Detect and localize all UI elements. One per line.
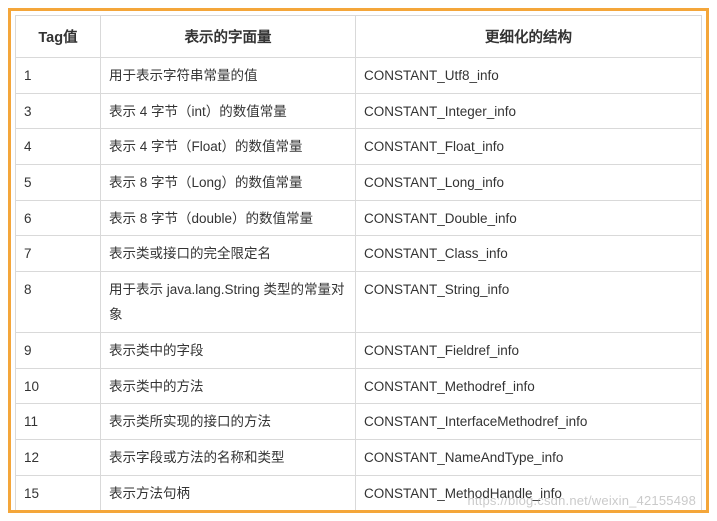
table-row: 9表示类中的字段CONSTANT_Fieldref_info [16,333,702,369]
cell-struct: CONSTANT_Long_info [356,164,702,200]
header-meaning: 表示的字面量 [101,16,356,58]
cell-struct: CONSTANT_Double_info [356,200,702,236]
table-container: Tag值 表示的字面量 更细化的结构 1用于表示字符串常量的值CONSTANT_… [8,8,709,513]
cell-struct: CONSTANT_Integer_info [356,93,702,129]
cell-tag: 4 [16,129,101,165]
header-struct: 更细化的结构 [356,16,702,58]
cell-tag: 12 [16,440,101,476]
cell-struct: CONSTANT_Class_info [356,236,702,272]
cell-struct: CONSTANT_MethodHandle_info [356,475,702,511]
cell-struct: CONSTANT_Methodref_info [356,368,702,404]
cell-tag: 8 [16,271,101,332]
table-row: 6表示 8 字节（double）的数值常量CONSTANT_Double_inf… [16,200,702,236]
table-row: 8用于表示 java.lang.String 类型的常量对象CONSTANT_S… [16,271,702,332]
table-row: 4表示 4 字节（Float）的数值常量CONSTANT_Float_info [16,129,702,165]
cell-struct: CONSTANT_Fieldref_info [356,333,702,369]
cell-meaning: 表示字段或方法的名称和类型 [101,440,356,476]
table-header-row: Tag值 表示的字面量 更细化的结构 [16,16,702,58]
cell-struct: CONSTANT_Utf8_info [356,58,702,94]
cell-meaning: 表示 8 字节（Long）的数值常量 [101,164,356,200]
cell-tag: 5 [16,164,101,200]
cell-meaning: 表示类中的字段 [101,333,356,369]
cell-struct: CONSTANT_MethodType_info [356,511,702,513]
cell-meaning: 表示 4 字节（Float）的数值常量 [101,129,356,165]
cell-meaning: 表示类所实现的接口的方法 [101,404,356,440]
table-row: 7表示类或接口的完全限定名CONSTANT_Class_info [16,236,702,272]
cell-meaning: 表示 8 字节（double）的数值常量 [101,200,356,236]
cell-meaning: 表示方法类型 [101,511,356,513]
cell-tag: 10 [16,368,101,404]
cell-tag: 16 [16,511,101,513]
cell-meaning: 表示 4 字节（int）的数值常量 [101,93,356,129]
table-row: 1用于表示字符串常量的值CONSTANT_Utf8_info [16,58,702,94]
table-row: 11表示类所实现的接口的方法CONSTANT_InterfaceMethodre… [16,404,702,440]
cell-struct: CONSTANT_Float_info [356,129,702,165]
table-row: 10表示类中的方法CONSTANT_Methodref_info [16,368,702,404]
header-tag: Tag值 [16,16,101,58]
cell-meaning: 用于表示 java.lang.String 类型的常量对象 [101,271,356,332]
cell-struct: CONSTANT_String_info [356,271,702,332]
cell-tag: 15 [16,475,101,511]
cell-struct: CONSTANT_NameAndType_info [356,440,702,476]
cell-meaning: 表示方法句柄 [101,475,356,511]
constant-pool-table: Tag值 表示的字面量 更细化的结构 1用于表示字符串常量的值CONSTANT_… [15,15,702,513]
table-row: 5表示 8 字节（Long）的数值常量CONSTANT_Long_info [16,164,702,200]
cell-tag: 6 [16,200,101,236]
cell-meaning: 用于表示字符串常量的值 [101,58,356,94]
cell-tag: 11 [16,404,101,440]
cell-tag: 1 [16,58,101,94]
cell-struct: CONSTANT_InterfaceMethodref_info [356,404,702,440]
cell-tag: 3 [16,93,101,129]
table-row: 16表示方法类型CONSTANT_MethodType_info [16,511,702,513]
table-row: 12表示字段或方法的名称和类型CONSTANT_NameAndType_info [16,440,702,476]
cell-tag: 7 [16,236,101,272]
table-row: 3表示 4 字节（int）的数值常量CONSTANT_Integer_info [16,93,702,129]
table-row: 15表示方法句柄CONSTANT_MethodHandle_info [16,475,702,511]
cell-meaning: 表示类中的方法 [101,368,356,404]
cell-tag: 9 [16,333,101,369]
cell-meaning: 表示类或接口的完全限定名 [101,236,356,272]
